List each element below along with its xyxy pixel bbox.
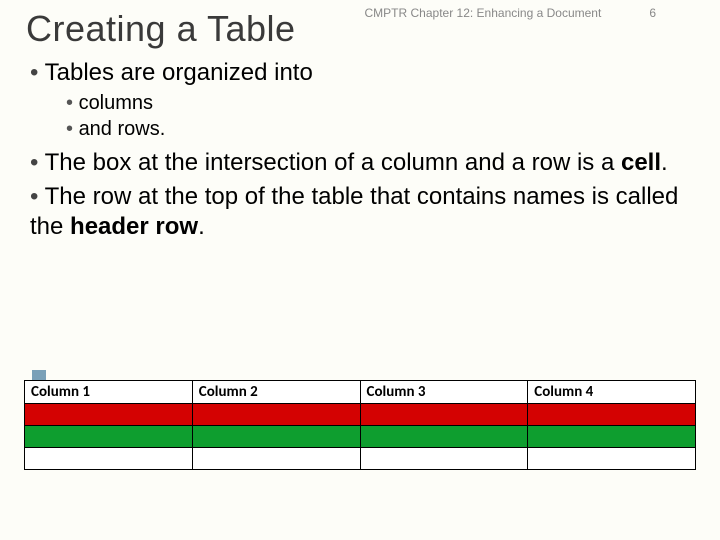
bullet-3-bold: header row [70,213,198,240]
col-header-2: Column 2 [192,381,360,404]
slide-title: Creating a Table [26,8,296,50]
chapter-label: CMPTR Chapter 12: Enhancing a Document [365,6,602,20]
example-table: Column 1 Column 2 Column 3 Column 4 [24,380,696,470]
col-header-4: Column 4 [528,381,696,404]
col-header-3: Column 3 [360,381,528,404]
bullet-3-post: . [198,213,205,240]
col-header-1: Column 1 [25,381,193,404]
table-row [25,448,696,470]
table-row [25,404,696,426]
bullet-1-text: Tables are organized into [45,59,313,86]
bullet-2-pre: The box at the intersection of a column … [45,149,621,176]
subbullet-2: and rows. [66,116,690,142]
header-row: Column 1 Column 2 Column 3 Column 4 [25,381,696,404]
bullet-2-bold: cell [621,149,661,176]
content-area: Tables are organized into columns and ro… [30,58,690,246]
table-row [25,426,696,448]
bullet-3: The row at the top of the table that con… [30,182,690,242]
page-number: 6 [649,6,656,20]
cursor-mark [32,370,46,380]
bullet-2-post: . [661,149,668,176]
subbullet-1: columns [66,90,690,116]
bullet-1: Tables are organized into columns and ro… [30,58,690,142]
example-table-wrap: Column 1 Column 2 Column 3 Column 4 [24,380,696,470]
bullet-2: The box at the intersection of a column … [30,148,690,178]
